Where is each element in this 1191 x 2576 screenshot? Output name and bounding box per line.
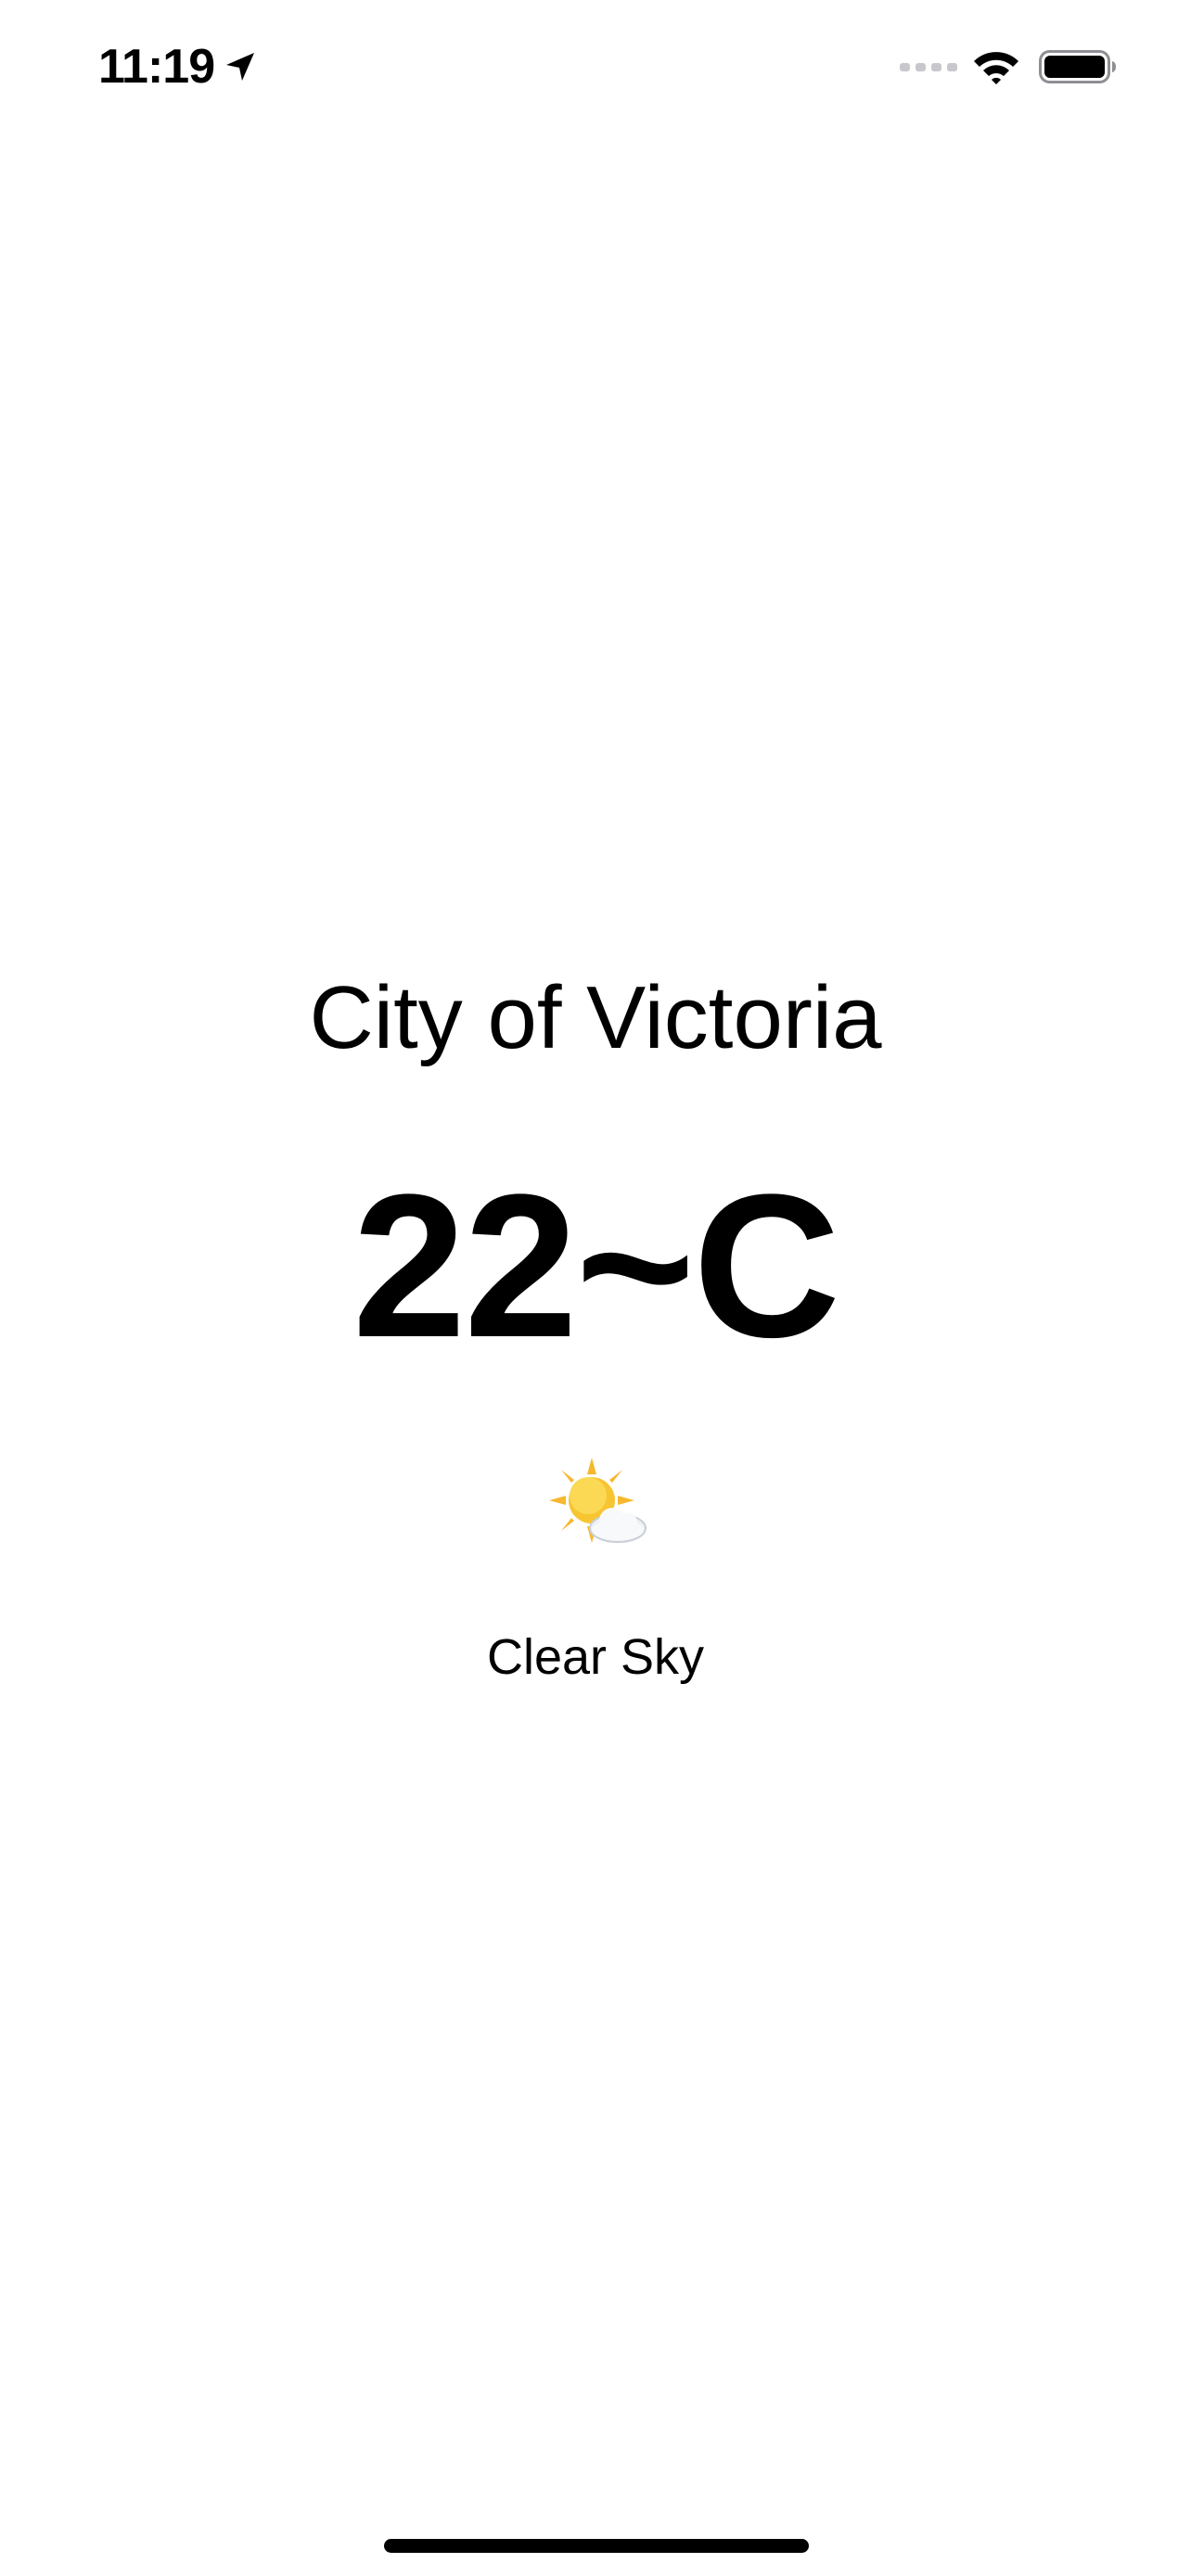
status-time: 11:19 — [98, 40, 215, 94]
status-icons — [900, 46, 1117, 87]
status-bar: 11:19 — [0, 0, 1191, 130]
cellular-signal-icon — [900, 60, 957, 73]
temperature: 22~C — [352, 1152, 840, 1380]
city-name: City of Victoria — [309, 968, 882, 1067]
sun-behind-cloud-icon — [547, 1456, 649, 1558]
home-indicator[interactable] — [384, 2539, 809, 2553]
location-arrow-icon — [224, 50, 257, 83]
wifi-icon — [972, 48, 1020, 85]
status-time-group: 11:19 — [98, 37, 257, 96]
battery-icon — [1039, 48, 1117, 85]
weather-condition: Clear Sky — [486, 1629, 705, 1685]
